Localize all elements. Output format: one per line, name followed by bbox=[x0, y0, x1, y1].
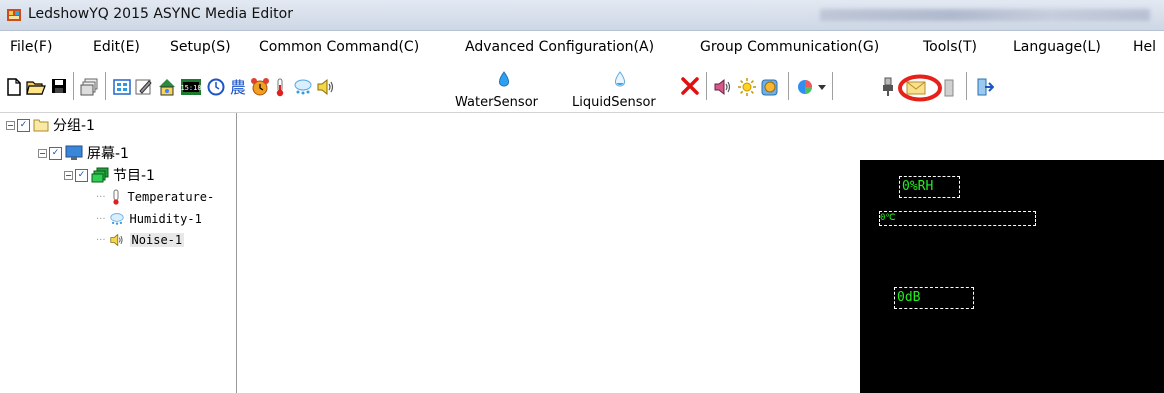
svg-text:農: 農 bbox=[230, 78, 246, 97]
toolbar-separator bbox=[706, 72, 708, 100]
tree-connector: ··· bbox=[96, 191, 106, 203]
tree-node-program[interactable]: − ✓ 节目-1 bbox=[64, 166, 155, 184]
humidity-icon[interactable] bbox=[293, 78, 313, 96]
led-temperature-area[interactable]: 0℃ bbox=[879, 211, 1036, 226]
menu-setup[interactable]: Setup(S) bbox=[170, 39, 231, 55]
svg-text:15:18: 15:18 bbox=[181, 84, 201, 92]
tree-label-humidity: Humidity-1 bbox=[129, 212, 202, 226]
collapse-icon[interactable]: − bbox=[64, 170, 73, 180]
exit-door-icon[interactable] bbox=[976, 77, 994, 97]
thermometer-icon bbox=[112, 189, 119, 205]
delete-icon[interactable] bbox=[681, 77, 699, 95]
animation-icon[interactable] bbox=[157, 77, 177, 97]
toolbar-separator bbox=[105, 72, 107, 100]
title-bar: LedshowYQ 2015 ASYNC Media Editor bbox=[0, 0, 1164, 31]
text-edit-icon[interactable] bbox=[135, 78, 153, 96]
window-title: LedshowYQ 2015 ASYNC Media Editor bbox=[28, 6, 293, 22]
menu-bar: File(F) Edit(E) Setup(S) Common Command(… bbox=[0, 31, 1164, 61]
toolbar-separator bbox=[966, 72, 968, 100]
checkbox[interactable]: ✓ bbox=[75, 168, 88, 182]
humidity-icon bbox=[109, 213, 124, 225]
led-noise-value: 0dB bbox=[897, 290, 921, 305]
windows-icon[interactable] bbox=[80, 78, 98, 96]
tree-label-program: 节目-1 bbox=[113, 168, 155, 184]
led-preview-screen[interactable]: 0%RH 0℃ 0dB bbox=[860, 160, 1164, 393]
folder-icon bbox=[33, 119, 49, 132]
chevron-down-icon[interactable] bbox=[818, 85, 826, 91]
toolbar: 15:18 農 WaterSensor LiquidSensor bbox=[0, 62, 1164, 113]
water-drop-icon[interactable] bbox=[497, 70, 511, 90]
led-temperature-value: 0℃ bbox=[880, 213, 896, 223]
led-humidity-area[interactable]: 0%RH bbox=[899, 176, 960, 198]
tree-node-group[interactable]: − ✓ 分组-1 bbox=[6, 116, 95, 134]
menu-group-communication[interactable]: Group Communication(G) bbox=[700, 39, 879, 55]
menu-file[interactable]: File(F) bbox=[10, 39, 52, 55]
program-pages-icon bbox=[91, 167, 109, 183]
toolbar-separator bbox=[788, 72, 790, 100]
brightness-icon[interactable] bbox=[737, 77, 757, 97]
lunar-calendar-icon[interactable]: 農 bbox=[229, 77, 247, 97]
led-humidity-value: 0%RH bbox=[902, 179, 934, 194]
water-sensor-button[interactable]: WaterSensor bbox=[455, 95, 538, 110]
tree-label-screen: 屏幕-1 bbox=[87, 146, 129, 162]
tree-connector: ··· bbox=[96, 234, 106, 246]
tree-label-noise: Noise-1 bbox=[129, 233, 185, 247]
led-noise-area[interactable]: 0dB bbox=[894, 287, 974, 309]
countdown-alarm-icon[interactable] bbox=[250, 77, 270, 97]
timer-switch-icon[interactable] bbox=[760, 77, 780, 97]
monitor-icon bbox=[65, 145, 83, 160]
new-file-icon[interactable] bbox=[6, 78, 22, 96]
volume-icon[interactable] bbox=[713, 78, 733, 96]
noise-speaker-icon[interactable] bbox=[316, 78, 336, 96]
program-tree: − ✓ 分组-1 − ✓ 屏幕-1 − ✓ 节目-1 ··· Temperatu… bbox=[0, 113, 237, 393]
pie-chart-icon[interactable] bbox=[796, 78, 814, 96]
device-icon[interactable] bbox=[944, 79, 954, 97]
usb-plug-icon[interactable] bbox=[882, 77, 894, 97]
tree-label-group: 分组-1 bbox=[53, 118, 95, 134]
collapse-icon[interactable]: − bbox=[6, 120, 15, 130]
digital-clock-icon[interactable]: 15:18 bbox=[181, 79, 201, 95]
open-folder-icon[interactable] bbox=[26, 78, 46, 96]
tree-label-temperature: Temperature- bbox=[127, 190, 215, 204]
tree-node-noise[interactable]: ··· Noise-1 bbox=[96, 231, 185, 249]
menu-edit[interactable]: Edit(E) bbox=[93, 39, 140, 55]
liquid-sensor-button[interactable]: LiquidSensor bbox=[572, 95, 656, 110]
thermometer-icon[interactable] bbox=[274, 77, 286, 97]
collapse-icon[interactable]: − bbox=[38, 148, 47, 158]
tree-node-temperature[interactable]: ··· Temperature- bbox=[96, 188, 214, 206]
save-icon[interactable] bbox=[51, 78, 67, 94]
menu-advanced-configuration[interactable]: Advanced Configuration(A) bbox=[465, 39, 654, 55]
tree-node-humidity[interactable]: ··· Humidity-1 bbox=[96, 210, 202, 228]
analog-clock-icon[interactable] bbox=[207, 78, 225, 96]
noise-speaker-icon bbox=[109, 233, 123, 247]
liquid-drop-icon[interactable] bbox=[613, 70, 627, 90]
tree-connector: ··· bbox=[96, 213, 106, 225]
checkbox[interactable]: ✓ bbox=[49, 146, 62, 160]
toolbar-separator bbox=[73, 72, 75, 100]
checkbox[interactable]: ✓ bbox=[17, 118, 30, 132]
menu-language[interactable]: Language(L) bbox=[1013, 39, 1101, 55]
toolbar-separator bbox=[832, 72, 834, 100]
tree-node-screen[interactable]: − ✓ 屏幕-1 bbox=[38, 144, 129, 162]
menu-common-command[interactable]: Common Command(C) bbox=[259, 39, 419, 55]
menu-help[interactable]: Hel bbox=[1133, 39, 1156, 55]
send-envelope-icon[interactable] bbox=[906, 81, 926, 95]
menu-tools[interactable]: Tools(T) bbox=[923, 39, 977, 55]
app-icon bbox=[7, 9, 21, 21]
picture-icon[interactable] bbox=[113, 79, 131, 95]
blurred-title-area bbox=[820, 9, 1150, 21]
